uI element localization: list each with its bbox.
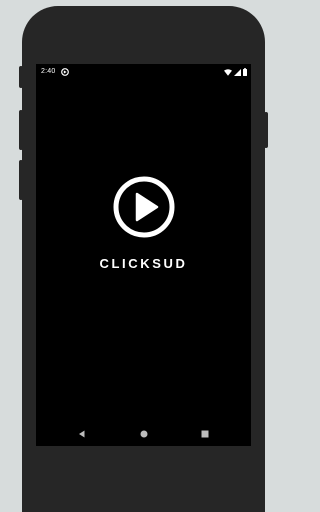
- side-button-left-2: [19, 110, 23, 150]
- app-notification-icon: [61, 68, 69, 76]
- app-name-logo: CLICKSUD: [99, 256, 188, 271]
- battery-icon: [243, 68, 247, 76]
- status-bar: 2:40: [36, 64, 251, 80]
- play-circle-icon: [113, 176, 175, 238]
- wifi-icon: [224, 68, 232, 76]
- back-icon[interactable]: [76, 428, 88, 440]
- side-button-left: [19, 66, 23, 88]
- splash-content: CLICKSUD: [36, 176, 251, 276]
- status-time: 2:40: [41, 68, 56, 75]
- side-button-left-3: [19, 160, 23, 200]
- status-icons: [224, 68, 247, 76]
- navigation-bar: [36, 424, 251, 444]
- home-icon[interactable]: [138, 428, 150, 440]
- phone-screen: 2:40 CLICKSUD: [36, 64, 251, 446]
- recents-icon[interactable]: [199, 428, 211, 440]
- page-background: 2:40 CLICKSUD: [0, 0, 288, 512]
- power-button: [264, 112, 268, 148]
- signal-icon: [234, 68, 241, 76]
